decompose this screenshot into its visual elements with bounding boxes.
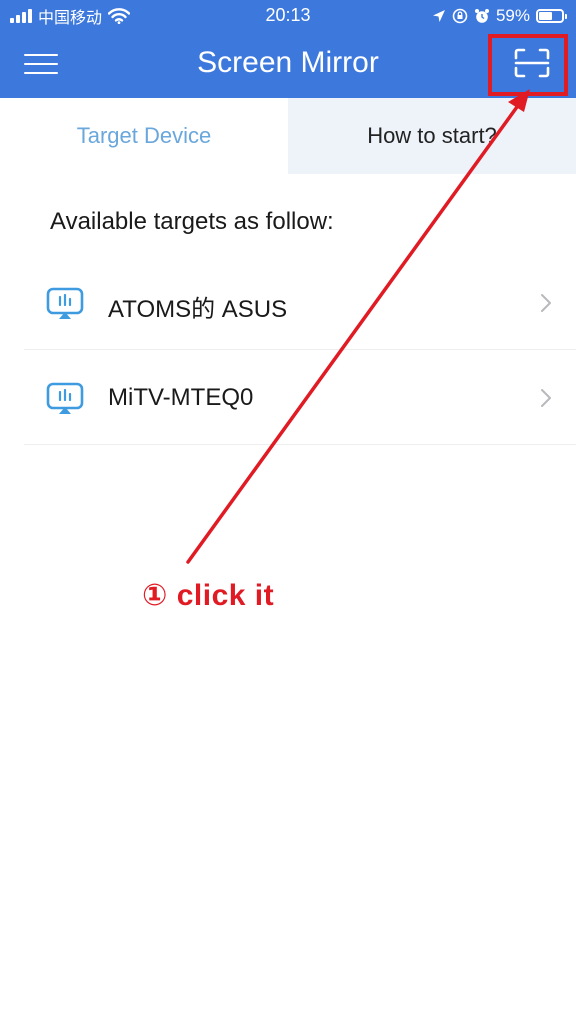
screen-cast-icon <box>46 382 84 414</box>
tab-target-device[interactable]: Target Device <box>0 98 288 174</box>
annotation-label: ① click it <box>142 579 275 612</box>
screen-mirror-screen: 中国移动 20:13 59% Screen Mirror Target Devi… <box>0 0 576 1024</box>
scan-button[interactable] <box>504 42 560 84</box>
page-title: Screen Mirror <box>197 46 379 79</box>
tab-how-to-start-label: How to start? <box>367 123 497 148</box>
battery-fill <box>539 12 552 20</box>
device-row[interactable]: MiTV-MTEQ0 <box>24 350 576 445</box>
tab-bar: Target Device How to start? <box>0 98 576 174</box>
status-bar: 中国移动 20:13 59% <box>0 0 576 32</box>
section-heading: Available targets as follow: <box>50 208 334 235</box>
tab-how-to-start[interactable]: How to start? <box>288 98 576 174</box>
device-name: MiTV-MTEQ0 <box>108 384 254 411</box>
location-icon <box>432 10 445 22</box>
chevron-right-icon <box>541 389 551 407</box>
battery-percent: 59% <box>495 6 530 25</box>
device-list: ATOMS的 ASUS MiTV-MTEQ0 <box>24 255 576 445</box>
lock-rotation-icon <box>452 8 468 24</box>
scan-icon <box>514 48 550 78</box>
device-name: ATOMS的 ASUS <box>108 296 288 323</box>
battery-icon <box>536 9 567 23</box>
screen-cast-icon <box>46 287 84 319</box>
device-row[interactable]: ATOMS的 ASUS <box>24 255 576 350</box>
chevron-right-icon <box>541 294 551 312</box>
alarm-icon <box>474 9 489 23</box>
status-right: 59% <box>432 5 567 27</box>
tab-target-device-label: Target Device <box>76 123 212 148</box>
app-header: 中国移动 20:13 59% Screen Mirror <box>0 0 576 98</box>
nav-bar: Screen Mirror <box>0 32 576 98</box>
